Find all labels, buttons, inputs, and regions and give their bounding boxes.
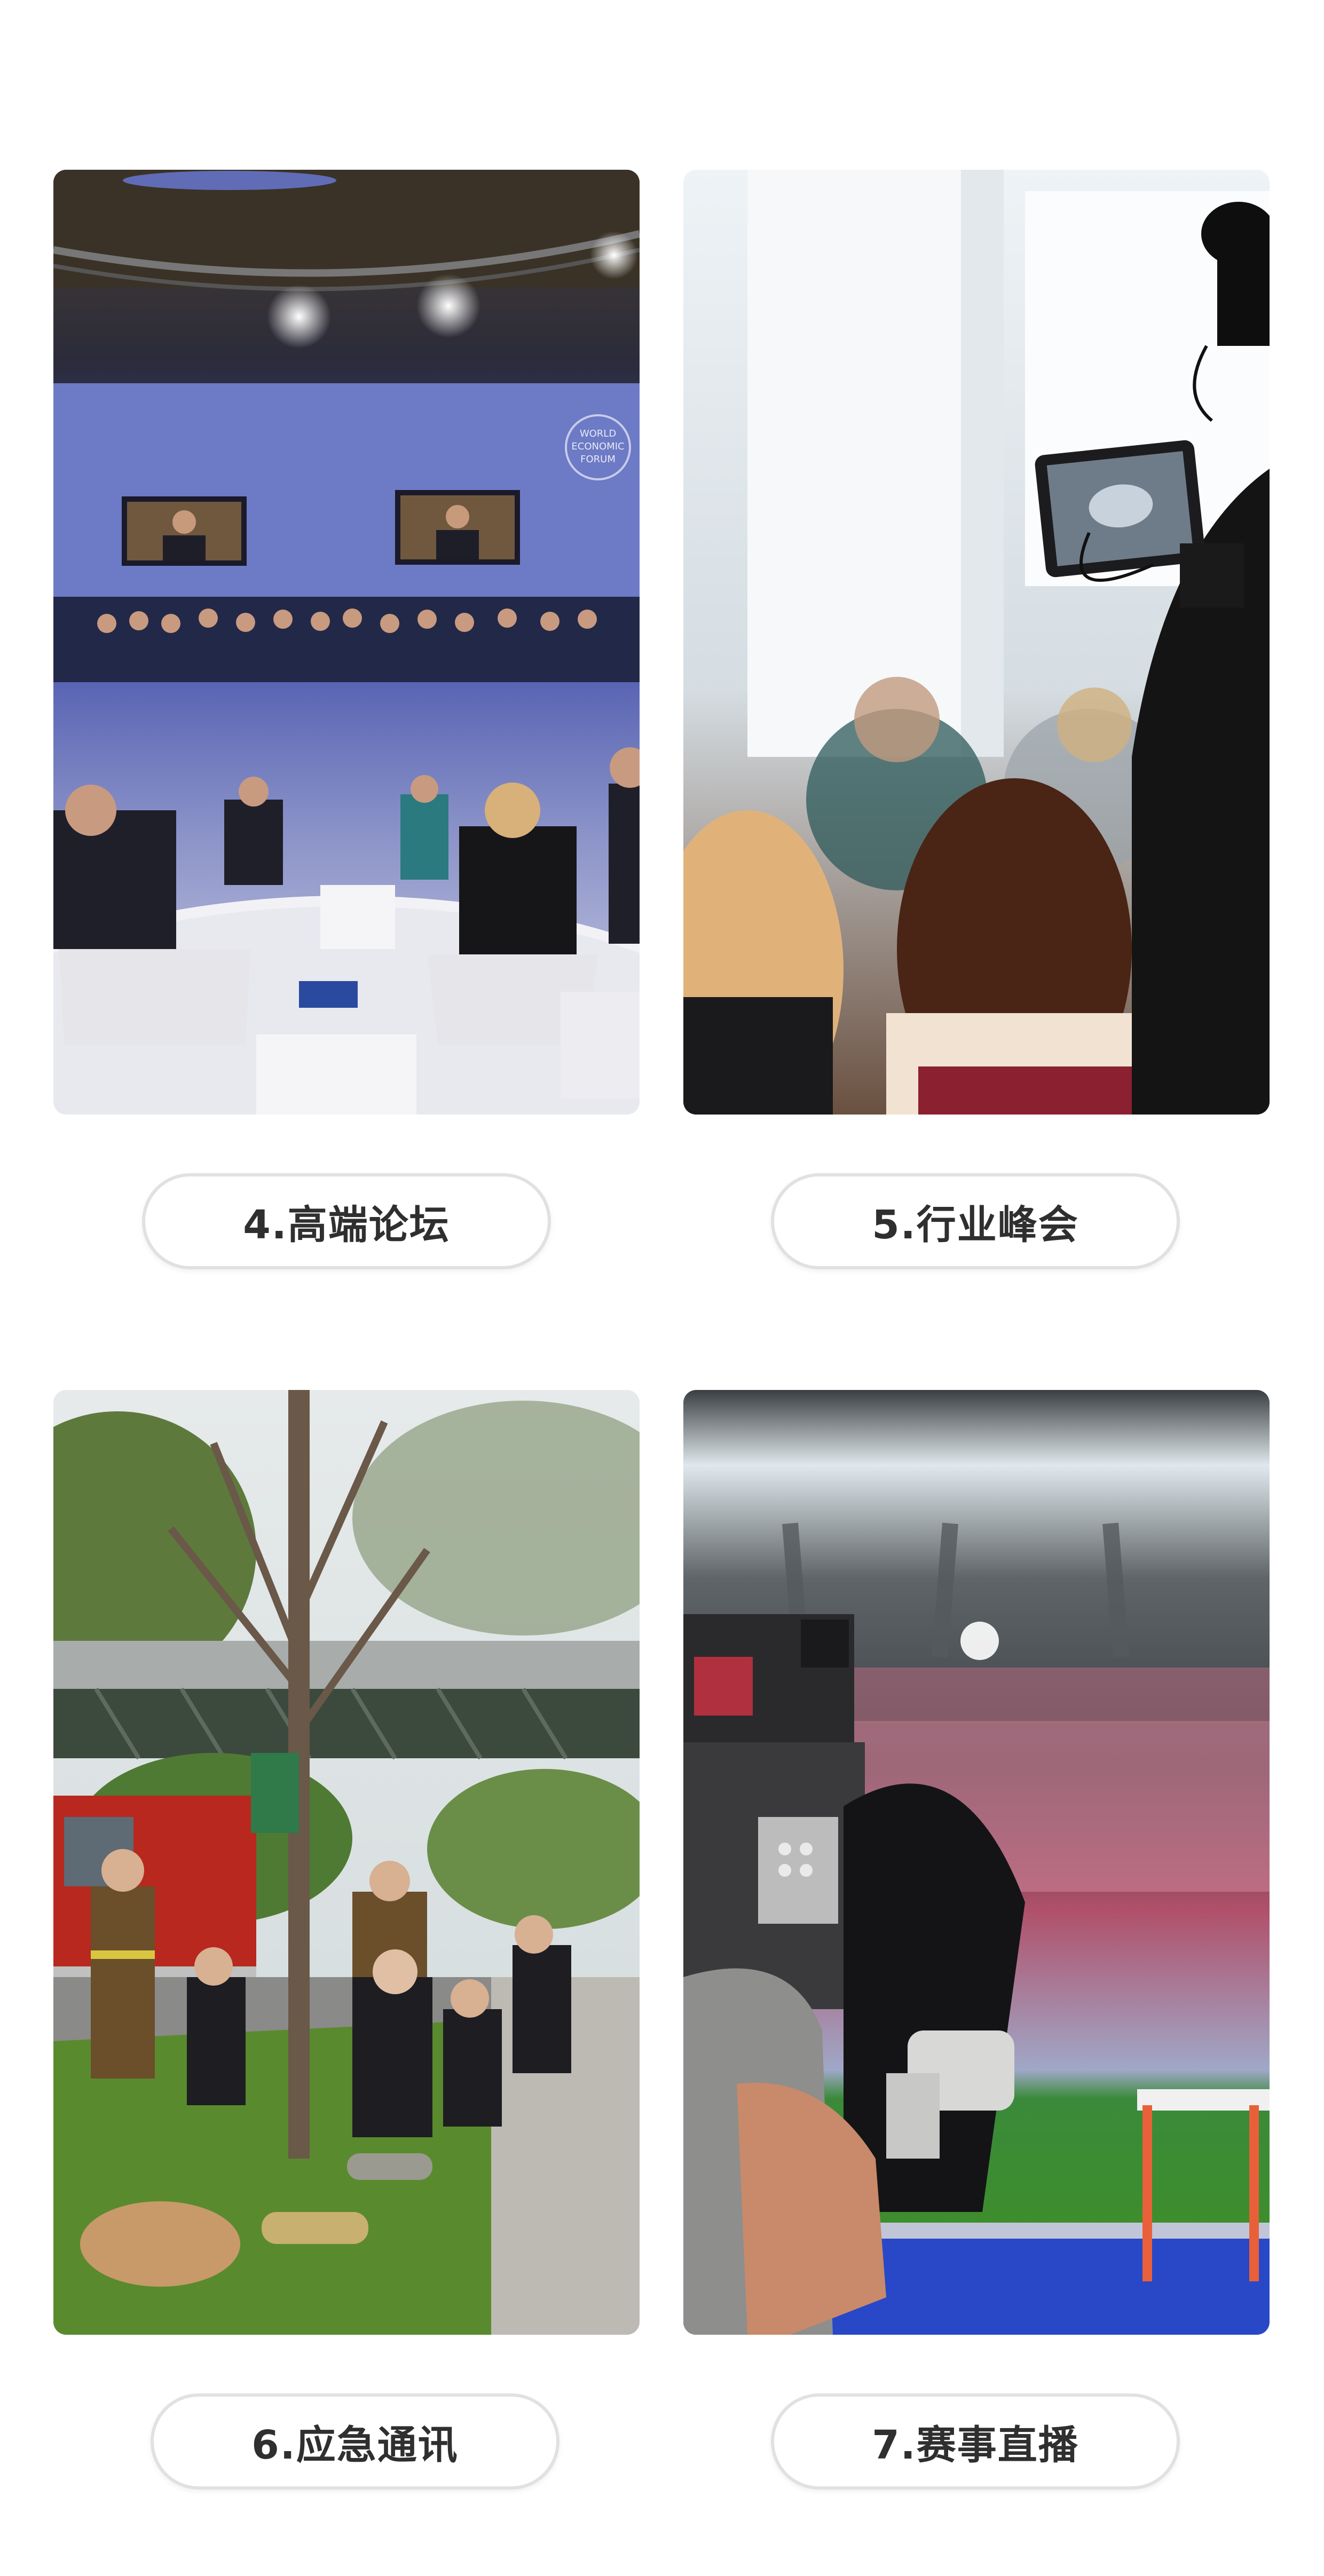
forum-logo-text-3: FORUM [580,454,616,465]
summit-camera-photo [683,170,1270,1115]
label-forum: 4.高端论坛 [142,1173,551,1269]
forum-logo-text-2: ECONOMIC [571,441,624,452]
firefighters-photo [53,1390,640,2335]
stadium-broadcast-photo [683,1390,1270,2335]
label-summit: 5.行业峰会 [771,1173,1180,1269]
label-emergency: 6.应急通讯 [151,2393,559,2490]
label-sports-broadcast: 7.赛事直播 [771,2393,1180,2490]
forum-stage-photo: WORLD ECONOMIC FORUM [53,170,640,1115]
forum-logo-text-1: WORLD [580,428,616,439]
